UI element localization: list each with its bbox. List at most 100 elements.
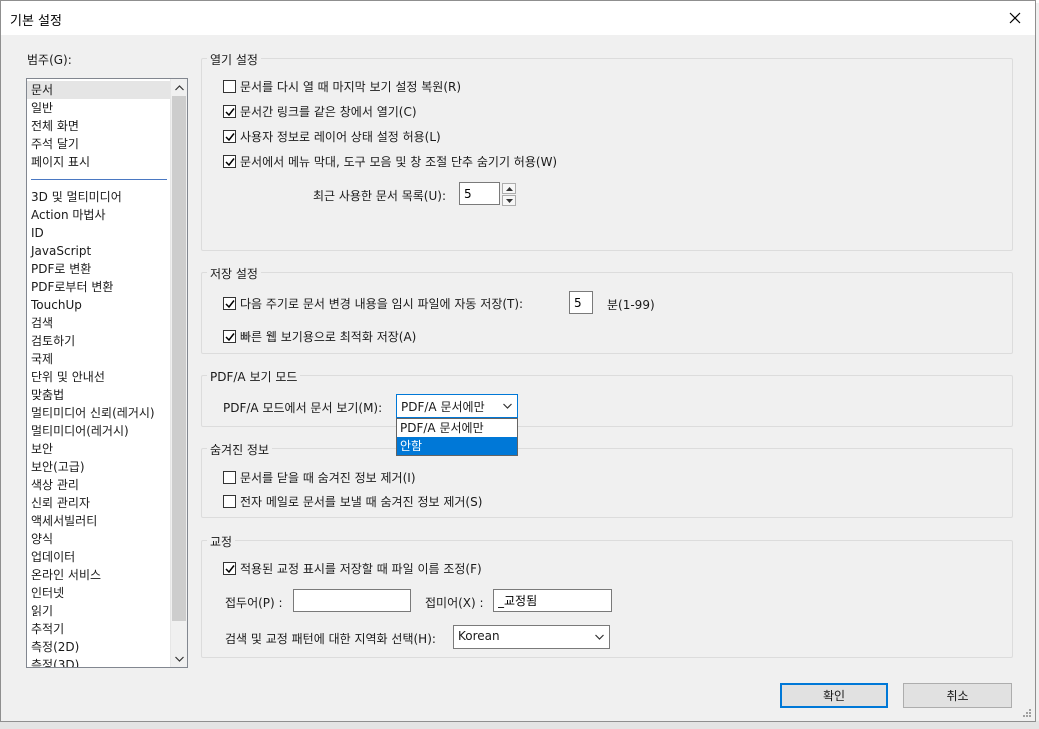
category-item[interactable]: 색상 관리 [27,476,171,494]
category-item[interactable]: 보안 [27,440,171,458]
pdfa-dropdown-list: PDF/A 문서에만 안함 [396,418,518,456]
same-window-option[interactable]: 문서간 링크를 같은 창에서 열기(C) [223,103,417,120]
autosave-option[interactable]: 다음 주기로 문서 변경 내용을 임시 파일에 자동 저장(T): [223,295,523,312]
remove-on-email-label: 전자 메일로 문서를 보낼 때 숨겨진 정보 제거(S) [240,495,483,509]
pdfa-dropdown-arrow[interactable] [499,398,515,414]
suffix-label: 접미어(X) : [425,596,484,610]
pdfa-option-pdfa-only[interactable]: PDF/A 문서에만 [397,419,517,437]
checkbox[interactable] [223,471,236,484]
checkbox[interactable] [223,130,236,143]
checkmark-icon [224,157,235,166]
fast-web-label: 빠른 웹 보기용으로 최적화 저장(A) [240,330,417,344]
recent-docs-label: 최근 사용한 문서 목록(U): [313,189,446,203]
category-item[interactable]: 액세서빌러티 [27,512,171,530]
category-item[interactable]: 양식 [27,530,171,548]
checkbox[interactable] [223,297,236,310]
category-item[interactable]: 신뢰 관리자 [27,494,171,512]
spin-up-icon [505,186,513,191]
checkmark-icon [224,564,235,573]
remove-on-email-option[interactable]: 전자 메일로 문서를 보낼 때 숨겨진 정보 제거(S) [223,493,482,510]
category-item[interactable]: 페이지 표시 [27,153,171,171]
scroll-up-button[interactable] [171,79,187,96]
cancel-button[interactable]: 취소 [903,683,1012,708]
remove-on-close-option[interactable]: 문서를 닫을 때 숨겨진 정보 제거(I) [223,469,416,486]
locale-select[interactable]: Korean [453,625,610,649]
recent-docs-spinner[interactable] [502,183,519,207]
category-item[interactable]: 문서 [27,81,171,99]
category-item[interactable]: PDF로부터 변환 [27,278,171,296]
autosave-label: 다음 주기로 문서 변경 내용을 임시 파일에 자동 저장(T): [240,297,524,311]
category-item[interactable]: TouchUp [27,296,171,314]
resize-grip-icon[interactable] [1021,707,1031,717]
spin-up-button[interactable] [502,183,516,194]
category-item[interactable]: 전체 화면 [27,117,171,135]
category-item[interactable]: 추적기 [27,620,171,638]
locale-label: 검색 및 교정 패턴에 대한 지역화 선택(H): [225,632,436,646]
chevron-down-icon [175,656,184,662]
category-item[interactable]: 온라인 서비스 [27,566,171,584]
hide-menu-option[interactable]: 문서에서 메뉴 막대, 도구 모음 및 창 조절 단추 숨기기 허용(W) [223,153,557,170]
spin-down-icon [505,198,513,203]
category-item[interactable]: 맞춤법 [27,386,171,404]
checkbox[interactable] [223,105,236,118]
category-item[interactable]: 국제 [27,350,171,368]
open-settings-title: 열기 설정 [207,51,261,68]
preferences-dialog: 기본 설정 범주(G): 문서 일반 전체 화면 주석 달기 페이지 표시 3D 및 멀티… [0,0,1036,722]
checkmark-icon [224,107,235,116]
suffix-input[interactable] [493,589,612,612]
category-item[interactable]: 읽기 [27,602,171,620]
pdfa-option-never[interactable]: 안함 [397,437,517,455]
prefix-label: 접두어(P) : [225,596,283,610]
spin-down-button[interactable] [502,195,516,206]
autosave-unit: 분(1-99) [607,298,655,312]
checkbox[interactable] [223,155,236,168]
category-item[interactable]: 보안(고급) [27,458,171,476]
autosave-minutes-input[interactable] [569,291,593,314]
adjust-filename-label: 적용된 교정 표시를 저장할 때 파일 이름 조정(F) [240,562,482,576]
user-layer-option[interactable]: 사용자 정보로 레이어 상태 설정 허용(L) [223,128,441,145]
prefix-input[interactable] [293,589,411,612]
locale-dropdown-arrow[interactable] [591,629,607,645]
close-button[interactable] [1001,5,1029,31]
category-item[interactable]: 일반 [27,99,171,117]
category-item[interactable]: PDF로 변환 [27,260,171,278]
checkmark-icon [224,132,235,141]
category-item[interactable]: 검토하기 [27,332,171,350]
chevron-up-icon [175,84,184,90]
checkbox[interactable] [223,562,236,575]
scroll-down-button[interactable] [171,650,187,667]
restore-view-label: 문서를 다시 열 때 마지막 보기 설정 복원(R) [240,80,462,94]
category-item[interactable]: Action 마법사 [27,206,171,224]
pdfa-title: PDF/A 보기 모드 [207,368,301,385]
category-item[interactable]: 3D 및 멀티미디어 [27,188,171,206]
category-item[interactable]: 측정(3D) [27,656,171,667]
category-item[interactable]: JavaScript [27,242,171,260]
fast-web-option[interactable]: 빠른 웹 보기용으로 최적화 저장(A) [223,328,416,345]
category-item[interactable]: 주석 달기 [27,135,171,153]
category-item[interactable]: ID [27,224,171,242]
category-item[interactable]: 인터넷 [27,584,171,602]
checkbox[interactable] [223,80,236,93]
chevron-down-icon [594,634,604,640]
category-listbox[interactable]: 문서 일반 전체 화면 주석 달기 페이지 표시 3D 및 멀티미디어 Action 마법사… [26,78,188,668]
category-item[interactable]: 단위 및 안내선 [27,368,171,386]
category-item[interactable]: 멀티미디어(레거시) [27,422,171,440]
recent-docs-input[interactable] [459,182,500,205]
adjust-filename-option[interactable]: 적용된 교정 표시를 저장할 때 파일 이름 조정(F) [223,560,482,577]
category-scrollbar[interactable] [170,79,187,667]
restore-view-option[interactable]: 문서를 다시 열 때 마지막 보기 설정 복원(R) [223,78,461,95]
category-item[interactable]: 업데이터 [27,548,171,566]
checkmark-icon [224,332,235,341]
category-label: 범주(G): [27,53,72,67]
pdfa-select[interactable]: PDF/A 문서에만 [396,394,518,418]
checkbox[interactable] [223,495,236,508]
scroll-thumb[interactable] [172,96,186,621]
category-item[interactable]: 멀티미디어 신뢰(레거시) [27,404,171,422]
ok-button[interactable]: 확인 [780,683,888,708]
category-item[interactable]: 검색 [27,314,171,332]
title-bar: 기본 설정 [1,1,1035,35]
hidden-info-title: 숨겨진 정보 [207,441,273,458]
checkbox[interactable] [223,330,236,343]
category-item[interactable]: 측정(2D) [27,638,171,656]
hide-menu-label: 문서에서 메뉴 막대, 도구 모음 및 창 조절 단추 숨기기 허용(W) [240,155,558,169]
